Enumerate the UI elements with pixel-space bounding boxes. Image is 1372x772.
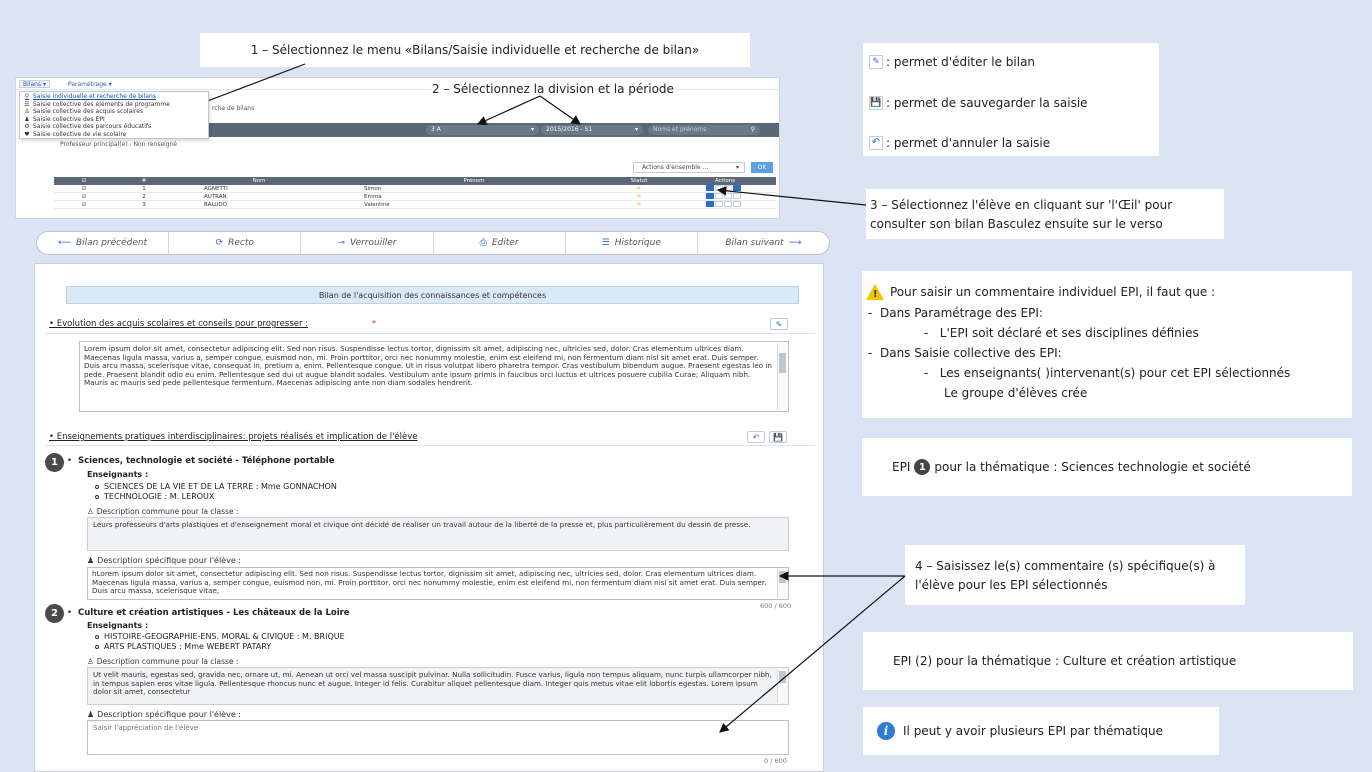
gear-icon: ⚙ bbox=[24, 123, 30, 131]
menu-item-parcours[interactable]: ⚙ Saisie collective des parcours éducatif… bbox=[24, 123, 204, 131]
step2-arrow-division bbox=[476, 95, 541, 125]
menu-item-saisie-individuelle[interactable]: ⚲ Saisie individuelle et recherche de bil… bbox=[24, 93, 204, 101]
step2-arrow-periode bbox=[539, 95, 581, 125]
tutorial-canvas: 1 – Sélectionnez le menu «Bilans/Saisie … bbox=[0, 0, 1372, 772]
users-icon: ♟ bbox=[24, 115, 30, 123]
heart-icon: ♥ bbox=[24, 130, 30, 138]
menu-item-vie-scolaire[interactable]: ♥ Saisie collective de vie scolaire bbox=[24, 131, 204, 139]
search-icon: ⚲ bbox=[24, 93, 30, 101]
menu-item-elements-programme[interactable]: ☰ Saisie collective des éléments de progr… bbox=[24, 101, 204, 109]
bilans-dropdown: ⚲ Saisie individuelle et recherche de bil… bbox=[19, 91, 209, 139]
step4-arrow-epi2 bbox=[719, 575, 906, 733]
list-icon: ☰ bbox=[24, 100, 30, 108]
step3-arrow bbox=[716, 186, 867, 206]
group-icon: ♙ bbox=[24, 108, 30, 116]
menu-item-epi[interactable]: ♟ Saisie collective des EPI bbox=[24, 116, 204, 124]
menu-item-acquis-scolaires[interactable]: ♙ Saisie collective des acquis scolaires bbox=[24, 108, 204, 116]
